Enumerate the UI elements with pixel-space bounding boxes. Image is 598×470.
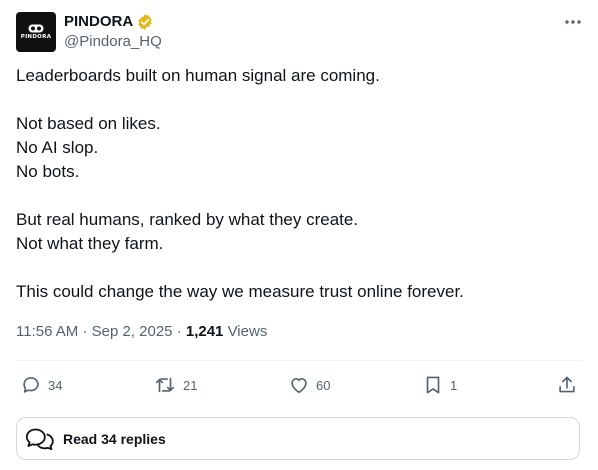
action-bar: 34 21 60 1 — [16, 372, 582, 398]
reply-count: 34 — [48, 377, 63, 393]
author-handle[interactable]: @Pindora_HQ — [64, 32, 162, 51]
more-options-button[interactable] — [560, 12, 586, 32]
post-text-line: This could change the way we measure tru… — [16, 282, 464, 301]
post-card: PINDORA PINDORA @Pindora_HQ Leaderboards… — [0, 0, 598, 470]
post-text-line: But real humans, ranked by what they cre… — [16, 210, 359, 229]
divider — [16, 360, 582, 361]
pindora-logo-icon — [28, 24, 44, 33]
more-icon — [565, 20, 581, 24]
views-label: Views — [227, 323, 268, 340]
avatar-logo-text: PINDORA — [20, 34, 52, 40]
author-display-name[interactable]: PINDORA — [64, 12, 133, 31]
post-text-line — [16, 256, 582, 280]
post-text-line: Not based on likes. — [16, 114, 161, 133]
post-date[interactable]: Sep 2, 2025 — [92, 323, 173, 340]
like-button[interactable]: 60 — [288, 372, 330, 398]
bookmark-button[interactable]: 1 — [422, 372, 457, 398]
post-text-line: No AI slop. — [16, 138, 99, 157]
post-text-line: No bots. — [16, 162, 80, 181]
post-time[interactable]: 11:56 AM — [16, 323, 78, 340]
bookmark-icon — [426, 376, 440, 394]
views-count[interactable]: 1,241 — [186, 323, 224, 340]
post-text: Leaderboards built on human signal are c… — [16, 64, 582, 304]
meta-separator: · — [82, 323, 92, 340]
meta-separator: · — [176, 323, 186, 340]
replies-bubbles-icon — [25, 428, 54, 450]
verified-badge-icon[interactable] — [136, 13, 154, 31]
reply-button[interactable]: 34 — [20, 372, 62, 398]
post-text-line — [16, 184, 582, 208]
read-replies-label: Read 34 replies — [63, 430, 166, 447]
post-text-line: Not what they farm. — [16, 234, 164, 253]
repost-count: 21 — [183, 377, 198, 393]
post-text-line: Leaderboards built on human signal are c… — [16, 66, 380, 85]
repost-button[interactable]: 21 — [153, 372, 197, 398]
like-icon — [291, 378, 307, 394]
author-name-row: PINDORA — [64, 12, 154, 31]
bookmark-count: 1 — [450, 377, 458, 393]
repost-icon — [155, 377, 175, 393]
like-count: 60 — [316, 377, 331, 393]
share-icon — [559, 376, 575, 393]
share-button[interactable] — [556, 372, 578, 398]
reply-icon — [23, 377, 39, 393]
post-metadata: 11:56 AM · Sep 2, 2025 · 1,241 Views — [16, 322, 267, 342]
read-replies-button[interactable]: Read 34 replies — [16, 417, 580, 460]
avatar[interactable]: PINDORA — [16, 12, 56, 52]
post-text-line — [16, 88, 582, 112]
